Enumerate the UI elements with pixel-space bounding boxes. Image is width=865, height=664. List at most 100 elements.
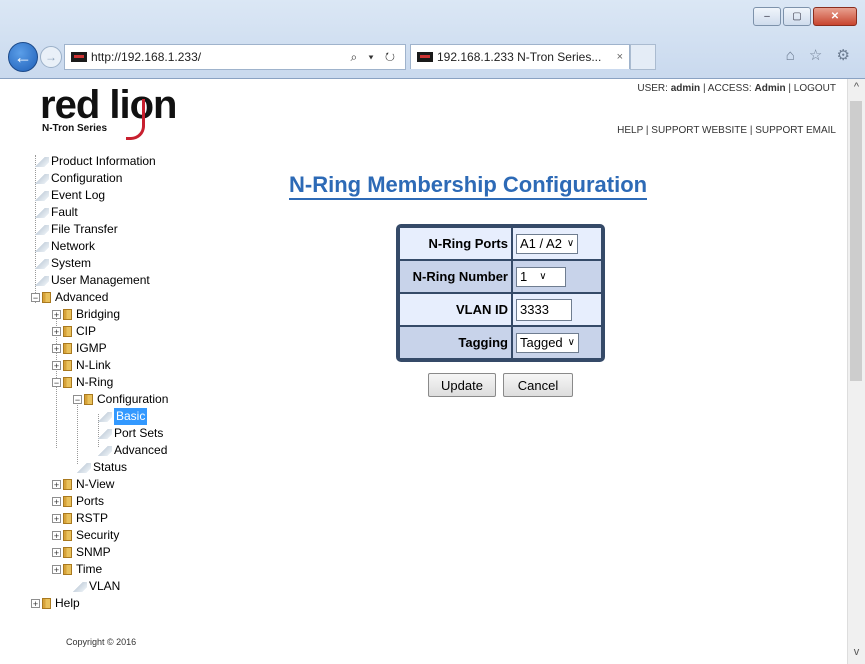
tree-label[interactable]: N-View bbox=[76, 476, 114, 493]
tree-label[interactable]: Advanced bbox=[55, 289, 108, 306]
tree-label[interactable]: RSTP bbox=[76, 510, 108, 527]
tree-item-nring-advanced[interactable]: Advanced bbox=[98, 442, 167, 459]
toolbar-icons[interactable]: ⌂ ☆ ⚙ bbox=[786, 46, 855, 64]
tree-label[interactable]: Configuration bbox=[97, 391, 168, 408]
tree-item-nview[interactable]: + N-View bbox=[52, 476, 114, 493]
collapse-icon[interactable]: − bbox=[31, 293, 40, 303]
page-icon bbox=[35, 190, 49, 201]
help-link[interactable]: HELP bbox=[617, 125, 643, 136]
tree-label[interactable]: SNMP bbox=[76, 544, 111, 561]
tree-label[interactable]: Time bbox=[76, 561, 102, 578]
tree-item-ports[interactable]: + Ports bbox=[52, 493, 104, 510]
support-website-link[interactable]: SUPPORT WEBSITE bbox=[651, 125, 747, 136]
tree-item-event-log[interactable]: Event Log bbox=[35, 187, 105, 204]
tree-item-cip[interactable]: + CIP bbox=[52, 323, 96, 340]
collapse-icon[interactable]: − bbox=[52, 378, 61, 388]
vlan-id-input[interactable]: 3333 bbox=[516, 298, 572, 321]
tree-label-selected[interactable]: Basic bbox=[114, 408, 148, 425]
cancel-button[interactable]: Cancel bbox=[503, 373, 573, 397]
tree-item-igmp[interactable]: + IGMP bbox=[52, 340, 107, 357]
tree-item-rstp[interactable]: + RSTP bbox=[52, 510, 108, 527]
expand-icon[interactable]: + bbox=[52, 497, 61, 507]
tree-item-bridging[interactable]: + Bridging bbox=[52, 306, 120, 323]
tree-label[interactable]: Ports bbox=[76, 493, 104, 510]
new-tab-button[interactable] bbox=[630, 44, 656, 70]
tab-title[interactable]: 192.168.1.233 N-Tron Series... bbox=[437, 50, 611, 64]
browser-tab[interactable]: 192.168.1.233 N-Tron Series... × bbox=[410, 44, 630, 69]
tagging-value: Tagged bbox=[520, 335, 563, 350]
ring-number-label: N-Ring Number bbox=[400, 261, 511, 292]
tree-label[interactable]: Advanced bbox=[114, 442, 167, 459]
expand-icon[interactable]: + bbox=[52, 310, 61, 320]
expand-icon[interactable]: + bbox=[52, 361, 61, 371]
ring-ports-select[interactable]: A1 / A2 ∨ bbox=[516, 233, 579, 254]
tree-item-product-information[interactable]: Product Information bbox=[35, 153, 156, 170]
tree-label[interactable]: Help bbox=[55, 595, 80, 612]
address-bar[interactable]: http://192.168.1.233/ ⌕ ▾ ↻ bbox=[64, 44, 406, 70]
tree-item-nring[interactable]: − N-Ring bbox=[52, 374, 113, 391]
tree-label[interactable]: CIP bbox=[76, 323, 96, 340]
tree-label[interactable]: Fault bbox=[51, 204, 78, 221]
tree-item-advanced[interactable]: − Advanced bbox=[31, 289, 108, 306]
tree-label[interactable]: IGMP bbox=[76, 340, 107, 357]
scroll-down-icon[interactable]: v bbox=[848, 646, 865, 662]
tab-close-icon[interactable]: × bbox=[611, 51, 629, 63]
tree-item-basic[interactable]: Basic bbox=[98, 408, 148, 425]
close-window-button[interactable]: ✕ bbox=[813, 7, 857, 26]
tree-label[interactable]: User Management bbox=[51, 272, 150, 289]
update-button[interactable]: Update bbox=[428, 373, 496, 397]
expand-icon[interactable]: + bbox=[52, 327, 61, 337]
tree-item-vlan[interactable]: VLAN bbox=[73, 578, 120, 595]
tree-item-snmp[interactable]: + SNMP bbox=[52, 544, 111, 561]
tree-item-nlink[interactable]: + N-Link bbox=[52, 357, 111, 374]
folder-icon bbox=[63, 309, 72, 320]
expand-icon[interactable]: + bbox=[52, 344, 61, 354]
tree-label[interactable]: Port Sets bbox=[114, 425, 163, 442]
collapse-icon[interactable]: − bbox=[73, 395, 82, 405]
url-text[interactable]: http://192.168.1.233/ bbox=[91, 50, 350, 64]
ring-number-select[interactable]: 1 ∨ bbox=[516, 266, 566, 287]
tree-item-help[interactable]: + Help bbox=[31, 595, 80, 612]
tree-item-nring-configuration[interactable]: − Configuration bbox=[73, 391, 168, 408]
tagging-select[interactable]: Tagged ∨ bbox=[516, 332, 579, 353]
tree-item-file-transfer[interactable]: File Transfer bbox=[35, 221, 118, 238]
tree-label[interactable]: N-Link bbox=[76, 357, 111, 374]
tree-label[interactable]: System bbox=[51, 255, 91, 272]
tree-label[interactable]: VLAN bbox=[89, 578, 120, 595]
expand-icon[interactable]: + bbox=[52, 531, 61, 541]
scroll-up-icon[interactable]: ^ bbox=[848, 81, 865, 97]
tree-item-system[interactable]: System bbox=[35, 255, 91, 272]
tree-item-fault[interactable]: Fault bbox=[35, 204, 78, 221]
tree-label[interactable]: Status bbox=[93, 459, 127, 476]
expand-icon[interactable]: + bbox=[52, 514, 61, 524]
tree-item-security[interactable]: + Security bbox=[52, 527, 119, 544]
scroll-thumb[interactable] bbox=[850, 101, 862, 381]
search-refresh-icons[interactable]: ⌕ ▾ ↻ bbox=[350, 50, 405, 65]
tree-label[interactable]: Configuration bbox=[51, 170, 122, 187]
tree-label[interactable]: Event Log bbox=[51, 187, 105, 204]
expand-icon[interactable]: + bbox=[52, 565, 61, 575]
maximize-button[interactable]: ▢ bbox=[783, 7, 811, 26]
forward-button[interactable]: → bbox=[40, 46, 62, 68]
tree-item-user-management[interactable]: User Management bbox=[35, 272, 150, 289]
tree-label[interactable]: N-Ring bbox=[76, 374, 113, 391]
expand-icon[interactable]: + bbox=[52, 480, 61, 490]
tree-item-status[interactable]: Status bbox=[77, 459, 127, 476]
minimize-button[interactable]: – bbox=[753, 7, 781, 26]
tree-label[interactable]: Security bbox=[76, 527, 119, 544]
expand-icon[interactable]: + bbox=[52, 548, 61, 558]
back-button[interactable]: ← bbox=[8, 42, 38, 72]
support-email-link[interactable]: SUPPORT EMAIL bbox=[755, 125, 836, 136]
tree-item-configuration[interactable]: Configuration bbox=[35, 170, 122, 187]
folder-icon bbox=[63, 547, 72, 558]
tree-label[interactable]: Network bbox=[51, 238, 95, 255]
tree-item-port-sets[interactable]: Port Sets bbox=[98, 425, 163, 442]
tree-label[interactable]: File Transfer bbox=[51, 221, 118, 238]
tree-label[interactable]: Bridging bbox=[76, 306, 120, 323]
expand-icon[interactable]: + bbox=[31, 599, 40, 609]
tree-item-time[interactable]: + Time bbox=[52, 561, 102, 578]
tree-item-network[interactable]: Network bbox=[35, 238, 95, 255]
tree-label[interactable]: Product Information bbox=[51, 153, 156, 170]
vertical-scrollbar[interactable]: ^ v bbox=[847, 79, 865, 664]
logout-link[interactable]: LOGOUT bbox=[794, 83, 836, 94]
